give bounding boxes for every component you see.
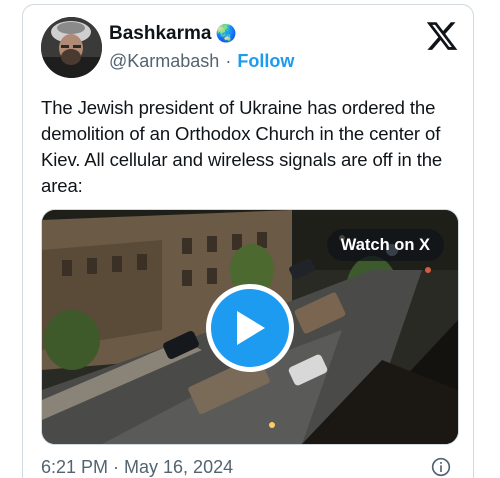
dot-separator: · xyxy=(225,51,232,71)
globe-icon: 🌏 xyxy=(215,24,237,43)
user-handle[interactable]: @Karmabash xyxy=(109,51,219,72)
avatar[interactable] xyxy=(41,17,102,78)
play-button[interactable] xyxy=(206,284,294,372)
author-name-row[interactable]: Bashkarma 🌏 xyxy=(109,23,237,45)
video-thumbnail[interactable]: Watch on X xyxy=(41,209,459,445)
watch-on-x-button[interactable]: Watch on X xyxy=(326,229,444,261)
tweet-embed-card[interactable]: Bashkarma 🌏 @Karmabash · Follow The Jewi… xyxy=(22,4,474,478)
timestamp[interactable]: 6:21 PM · May 16, 2024 xyxy=(41,457,233,478)
tweet-text: The Jewish president of Ukraine has orde… xyxy=(41,97,443,196)
handle-row: @Karmabash · Follow xyxy=(109,51,294,72)
play-icon xyxy=(237,311,265,345)
info-icon[interactable] xyxy=(431,457,451,477)
x-logo-icon[interactable] xyxy=(425,19,459,53)
display-name[interactable]: Bashkarma xyxy=(109,23,211,45)
follow-button[interactable]: Follow xyxy=(237,51,294,72)
